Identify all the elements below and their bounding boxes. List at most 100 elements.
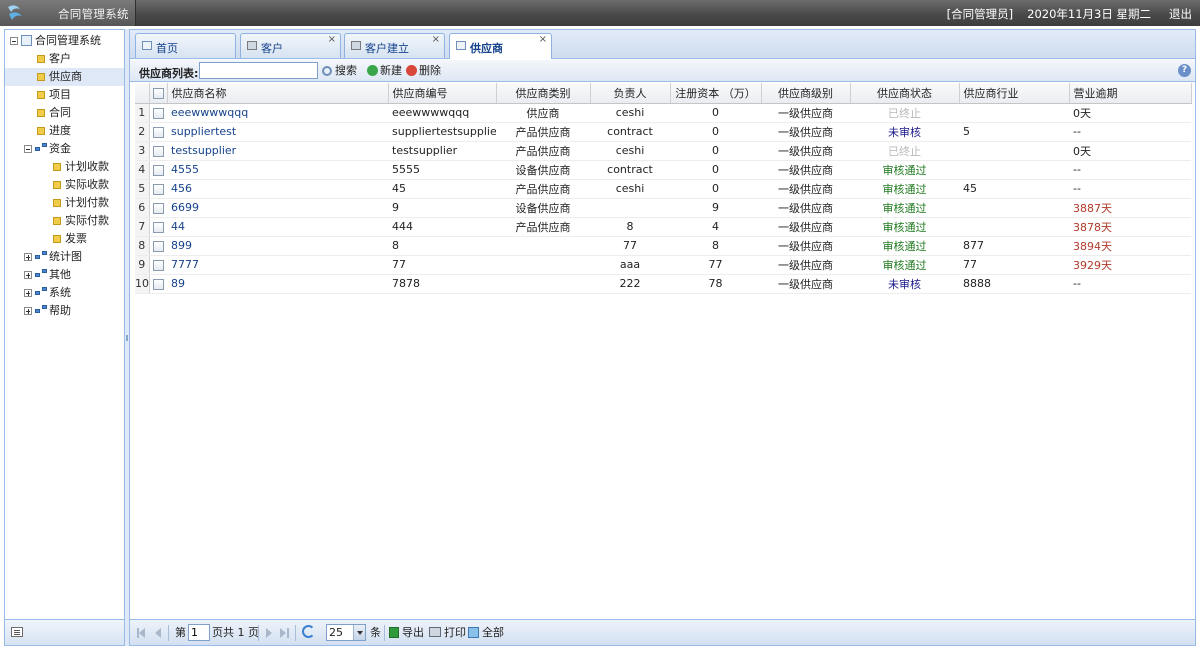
tree-item[interactable]: 统计图 bbox=[5, 248, 124, 266]
tree-item[interactable]: 供应商 bbox=[5, 68, 124, 86]
collapse-toggle-icon[interactable] bbox=[24, 145, 32, 153]
row-select-cell[interactable] bbox=[149, 255, 167, 275]
cell-name[interactable]: 44 bbox=[167, 217, 388, 237]
chevron-down-icon[interactable] bbox=[353, 625, 365, 640]
tree-item[interactable]: 计划付款 bbox=[5, 194, 124, 212]
row-select-cell[interactable] bbox=[149, 141, 167, 161]
table-row[interactable]: 10 89 7878 222 78 一级供应商 未审核 8888 -- bbox=[135, 274, 1191, 294]
cell-name[interactable]: 4555 bbox=[167, 160, 388, 180]
table-row[interactable]: 9 7777 77 aaa 77 一级供应商 审核通过 77 3929天 bbox=[135, 255, 1191, 275]
search-button[interactable]: 搜索 bbox=[322, 63, 357, 79]
cell-name[interactable]: 7777 bbox=[167, 255, 388, 275]
tree-item[interactable]: 发票 bbox=[5, 230, 124, 248]
cell-name[interactable]: 456 bbox=[167, 179, 388, 199]
cell-level: 一级供应商 bbox=[761, 198, 850, 218]
row-checkbox[interactable] bbox=[152, 107, 164, 119]
tab-label: 客户建立 bbox=[365, 42, 409, 55]
print-button[interactable]: 打印 bbox=[429, 626, 466, 640]
table-row[interactable]: 1 eeewwwwqqq eeewwwwqqq 供应商 ceshi 0 一级供应商 已终止 0天 bbox=[135, 103, 1191, 123]
close-icon[interactable]: × bbox=[539, 35, 547, 45]
expand-toggle-icon[interactable] bbox=[24, 289, 32, 297]
tree-item-label: 其他 bbox=[49, 268, 71, 281]
select-all-checkbox[interactable] bbox=[152, 87, 164, 99]
tree-item[interactable]: 实际付款 bbox=[5, 212, 124, 230]
search-input[interactable] bbox=[199, 62, 318, 79]
print-label: 打印 bbox=[444, 626, 466, 639]
tree-item[interactable]: 实际收款 bbox=[5, 176, 124, 194]
page-number-input[interactable] bbox=[188, 624, 210, 641]
tab-3[interactable]: 供应商 × bbox=[449, 33, 552, 59]
list-icon[interactable] bbox=[11, 627, 23, 637]
row-select-cell[interactable] bbox=[149, 198, 167, 218]
row-select-cell[interactable] bbox=[149, 179, 167, 199]
cell-name[interactable]: 6699 bbox=[167, 198, 388, 218]
expand-toggle-icon[interactable] bbox=[24, 307, 32, 315]
row-select-cell[interactable] bbox=[149, 217, 167, 237]
row-checkbox[interactable] bbox=[152, 240, 164, 252]
prev-page-icon[interactable] bbox=[155, 628, 161, 638]
table-row[interactable]: 6 6699 9 设备供应商 9 一级供应商 审核通过 3887天 bbox=[135, 198, 1191, 218]
search-icon bbox=[322, 66, 332, 76]
tab-1[interactable]: 客户 × bbox=[240, 33, 341, 58]
cell-level: 一级供应商 bbox=[761, 255, 850, 275]
new-button[interactable]: 新建 bbox=[367, 63, 402, 79]
row-checkbox[interactable] bbox=[152, 278, 164, 290]
row-number: 2 bbox=[135, 122, 150, 142]
cell-category bbox=[496, 255, 590, 275]
collapse-toggle-icon[interactable] bbox=[10, 37, 18, 45]
row-checkbox[interactable] bbox=[152, 145, 164, 157]
tree-root[interactable]: 合同管理系统 bbox=[5, 32, 124, 50]
row-checkbox[interactable] bbox=[152, 183, 164, 195]
cell-name[interactable]: suppliertest bbox=[167, 122, 388, 142]
page-size-select[interactable]: 25 bbox=[326, 624, 366, 641]
row-checkbox[interactable] bbox=[152, 164, 164, 176]
tree-item[interactable]: 项目 bbox=[5, 86, 124, 104]
table-row[interactable]: 2suppliertestsuppliertestsuppliertest产品供… bbox=[135, 122, 1191, 142]
cell-name[interactable]: 899 bbox=[167, 236, 388, 256]
expand-toggle-icon[interactable] bbox=[24, 271, 32, 279]
cell-name[interactable]: testsupplier bbox=[167, 141, 388, 161]
delete-button[interactable]: 删除 bbox=[406, 63, 441, 79]
table-row[interactable]: 3 testsupplier testsupplier 产品供应商 ceshi 0 一级供应… bbox=[135, 141, 1191, 161]
table-row[interactable]: 7 44 444 产品供应商 8 4 一级供应商 审核通过 3878天 bbox=[135, 217, 1191, 237]
row-select-cell[interactable] bbox=[149, 103, 167, 123]
export-button[interactable]: 导出 bbox=[389, 626, 424, 640]
tree-item[interactable]: 资金 bbox=[5, 140, 124, 158]
tab-0[interactable]: 首页 bbox=[135, 33, 236, 58]
row-checkbox[interactable] bbox=[152, 221, 164, 233]
row-checkbox[interactable] bbox=[152, 126, 164, 138]
tree-item[interactable]: 客户 bbox=[5, 50, 124, 68]
table-row[interactable]: 4 4555 5555 设备供应商 contract 0 一级供应商 审核通过 -- bbox=[135, 160, 1191, 180]
table-row[interactable]: 8 899 8 77 8 一级供应商 审核通过 877 3894天 bbox=[135, 236, 1191, 256]
row-checkbox[interactable] bbox=[152, 202, 164, 214]
table-row[interactable]: 5 456 45 产品供应商 ceshi 0 一级供应商 审核通过 45 -- bbox=[135, 179, 1191, 199]
page-total: 页共 1 页 bbox=[212, 626, 259, 639]
tree-item[interactable]: 帮助 bbox=[5, 302, 124, 320]
row-select-cell[interactable] bbox=[149, 274, 167, 294]
first-page-icon[interactable] bbox=[139, 628, 145, 638]
logout-link[interactable]: 退出 bbox=[1169, 6, 1192, 22]
refresh-icon[interactable] bbox=[302, 625, 315, 638]
row-checkbox[interactable] bbox=[152, 259, 164, 271]
select-all-header[interactable] bbox=[149, 83, 168, 104]
close-icon[interactable]: × bbox=[328, 35, 336, 45]
tab-2[interactable]: 客户建立 × bbox=[344, 33, 445, 58]
show-all-button[interactable]: 全部 bbox=[468, 626, 504, 640]
row-select-cell[interactable] bbox=[149, 160, 167, 180]
folder-icon bbox=[53, 199, 61, 207]
cell-name[interactable]: 89 bbox=[167, 274, 388, 294]
next-page-icon[interactable] bbox=[266, 628, 272, 638]
last-page-icon[interactable] bbox=[280, 628, 286, 638]
row-select-cell[interactable] bbox=[149, 122, 167, 142]
cell-name[interactable]: eeewwwwqqq bbox=[167, 103, 388, 123]
help-icon[interactable]: ? bbox=[1178, 64, 1191, 77]
row-select-cell[interactable] bbox=[149, 236, 167, 256]
tree-item[interactable]: 其他 bbox=[5, 266, 124, 284]
tree-item[interactable]: 系统 bbox=[5, 284, 124, 302]
tree-item[interactable]: 合同 bbox=[5, 104, 124, 122]
expand-toggle-icon[interactable] bbox=[24, 253, 32, 261]
close-icon[interactable]: × bbox=[432, 35, 440, 45]
tree-item[interactable]: 计划收款 bbox=[5, 158, 124, 176]
tree-item[interactable]: 进度 bbox=[5, 122, 124, 140]
export-label: 导出 bbox=[402, 626, 424, 639]
